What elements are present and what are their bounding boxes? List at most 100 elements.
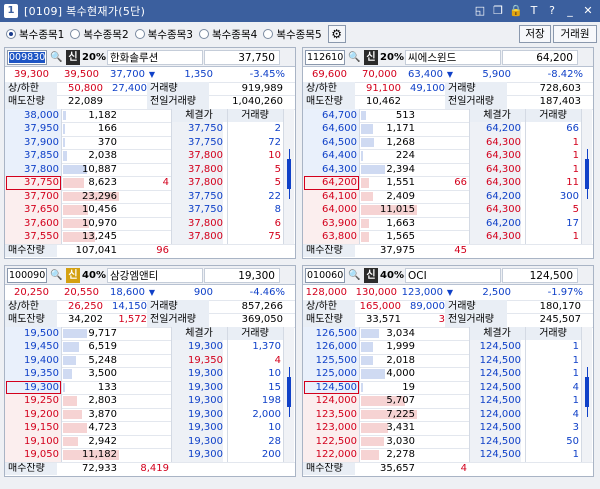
ask-price: 19,400 <box>24 354 59 366</box>
bid-total-volume: 35,657 <box>380 462 415 474</box>
trade-price: 64,300 <box>469 230 521 244</box>
trade-volume: 1 <box>572 150 579 161</box>
maximize-icon[interactable]: ❐ <box>490 3 506 19</box>
bid-price: 63,800 <box>322 231 357 242</box>
restore-icon[interactable]: ◱ <box>472 3 488 19</box>
broker-button[interactable]: 거래원 <box>553 25 597 43</box>
summary-label: 매도잔량 <box>303 95 355 109</box>
save-button[interactable]: 저장 <box>519 25 551 43</box>
low-price: 37,700 <box>110 69 145 80</box>
trade-volume: 2 <box>274 123 281 134</box>
bid-volume: 13,245 <box>82 231 117 242</box>
bid-price: 123,500 <box>315 408 357 420</box>
radio-dot-icon <box>6 29 16 39</box>
trade-volume: 4 <box>572 408 579 420</box>
radio-stock-group-1[interactable]: 복수종목1 <box>6 27 64 42</box>
trade-price: 64,300 <box>469 203 521 217</box>
trade-volume: 1 <box>572 231 579 242</box>
summary-value: 14,150 <box>112 300 147 312</box>
bid-price: 19,250 <box>24 395 59 406</box>
trade-volume: 1 <box>572 368 579 379</box>
trade-price: 37,750 <box>171 203 223 217</box>
change-amount: 5,900 <box>482 69 511 80</box>
summary-label: 상/하한 <box>5 299 57 313</box>
trade-volume: 1 <box>572 136 579 148</box>
radio-dot-icon <box>263 29 274 39</box>
lock-icon[interactable]: 🔒 <box>508 3 524 19</box>
high-price: 70,000 <box>362 69 397 80</box>
trade-price: 19,350 <box>171 353 223 367</box>
candle-body <box>287 376 291 407</box>
margin-rate: 40% <box>380 270 404 281</box>
summary-value: 27,400 <box>112 82 147 94</box>
high-price: 20,550 <box>64 287 99 298</box>
grid-line <box>5 461 295 463</box>
help-icon[interactable]: ? <box>544 3 560 19</box>
ask-volume: 9,717 <box>88 327 117 339</box>
bid-total-row: 매수잔량 72,933 8,419 <box>5 461 295 475</box>
stock-code-input[interactable]: 100090 <box>7 268 47 283</box>
stock-code-input[interactable]: 112610 <box>305 50 345 65</box>
ask-price: 38,000 <box>24 109 59 121</box>
trade-price: 19,300 <box>171 448 223 462</box>
font-icon[interactable]: T <box>526 3 542 19</box>
summary-value: 3 <box>438 314 445 325</box>
search-icon[interactable]: 🔍 <box>347 268 362 283</box>
summary-value: 91,100 <box>366 82 401 94</box>
search-icon[interactable]: 🔍 <box>49 268 64 283</box>
summary-value <box>103 95 147 109</box>
bid-price: 19,150 <box>24 422 59 433</box>
trade-price: 124,500 <box>469 353 521 367</box>
bid-volume: 3,431 <box>386 422 415 433</box>
summary-value: 10,462 <box>366 96 401 107</box>
search-icon[interactable]: 🔍 <box>49 50 64 65</box>
trade-volume: 50 <box>566 435 579 447</box>
stock-name: OCI <box>405 268 501 283</box>
bid-change <box>119 230 169 244</box>
search-icon[interactable]: 🔍 <box>347 50 362 65</box>
ask-price: 64,700 <box>322 109 357 121</box>
trade-volume: 1 <box>572 395 579 406</box>
minimize-icon[interactable]: _ <box>562 3 578 19</box>
close-icon[interactable]: ✕ <box>580 3 596 19</box>
summary-row: 상/하한 165,000 89,000 거래량 180,170 <box>303 299 593 313</box>
summary-value: 33,571 <box>366 314 401 325</box>
stock-code: 009830 <box>9 52 46 63</box>
bid-volume: 23,296 <box>82 190 117 202</box>
gear-icon[interactable]: ⚙ <box>327 25 346 43</box>
stock-code-input[interactable]: 010060 <box>305 268 345 283</box>
ask-volume: 1,999 <box>386 341 415 352</box>
trade-volume: 300 <box>559 190 579 202</box>
bid-price: 19,200 <box>24 408 59 420</box>
radio-stock-group-4[interactable]: 복수종목4 <box>198 27 257 42</box>
summary-value: 26,250 <box>68 300 103 312</box>
panel-header: 010060 🔍 신 40% OCI 124,500 <box>303 266 593 285</box>
trade-volume: 2,000 <box>252 408 281 420</box>
bid-volume: 7,225 <box>386 408 415 420</box>
radio-label: 복수종목5 <box>276 28 322 41</box>
stock-code-input[interactable]: 009830 <box>7 50 47 65</box>
open-price: 39,300 <box>14 69 49 80</box>
grid-line <box>303 243 593 245</box>
radio-stock-group-2[interactable]: 복수종목2 <box>70 27 129 42</box>
current-price: 37,750 <box>204 50 280 65</box>
trade-price: 37,750 <box>171 122 223 136</box>
summary-label: 상/하한 <box>303 81 355 95</box>
bid-price: 37,550 <box>24 231 59 242</box>
radio-stock-group-5[interactable]: 복수종목5 <box>263 27 322 42</box>
trade-volume: 11 <box>566 177 579 188</box>
ask-price: 19,500 <box>24 327 59 339</box>
bid-price: 64,000 <box>322 204 357 215</box>
column-divider <box>227 326 228 462</box>
bid-total-row: 매수잔량 107,041 96 <box>5 243 295 257</box>
trade-price: 124,500 <box>469 394 521 408</box>
quote-panel-1: 009830 🔍 신 20% 한화솔루션 37,750 39,300 39,500 37,700… <box>4 47 296 259</box>
column-divider <box>171 108 172 244</box>
ask-volume: 2,394 <box>386 163 415 175</box>
bid-volume: 2,409 <box>386 190 415 202</box>
trade-price-header: 체결가 <box>469 326 525 340</box>
trade-price: 124,500 <box>469 340 521 354</box>
radio-stock-group-3[interactable]: 복수종목3 <box>134 27 193 42</box>
stock-code: 100090 <box>9 270 46 281</box>
trade-volume: 1 <box>572 163 579 175</box>
